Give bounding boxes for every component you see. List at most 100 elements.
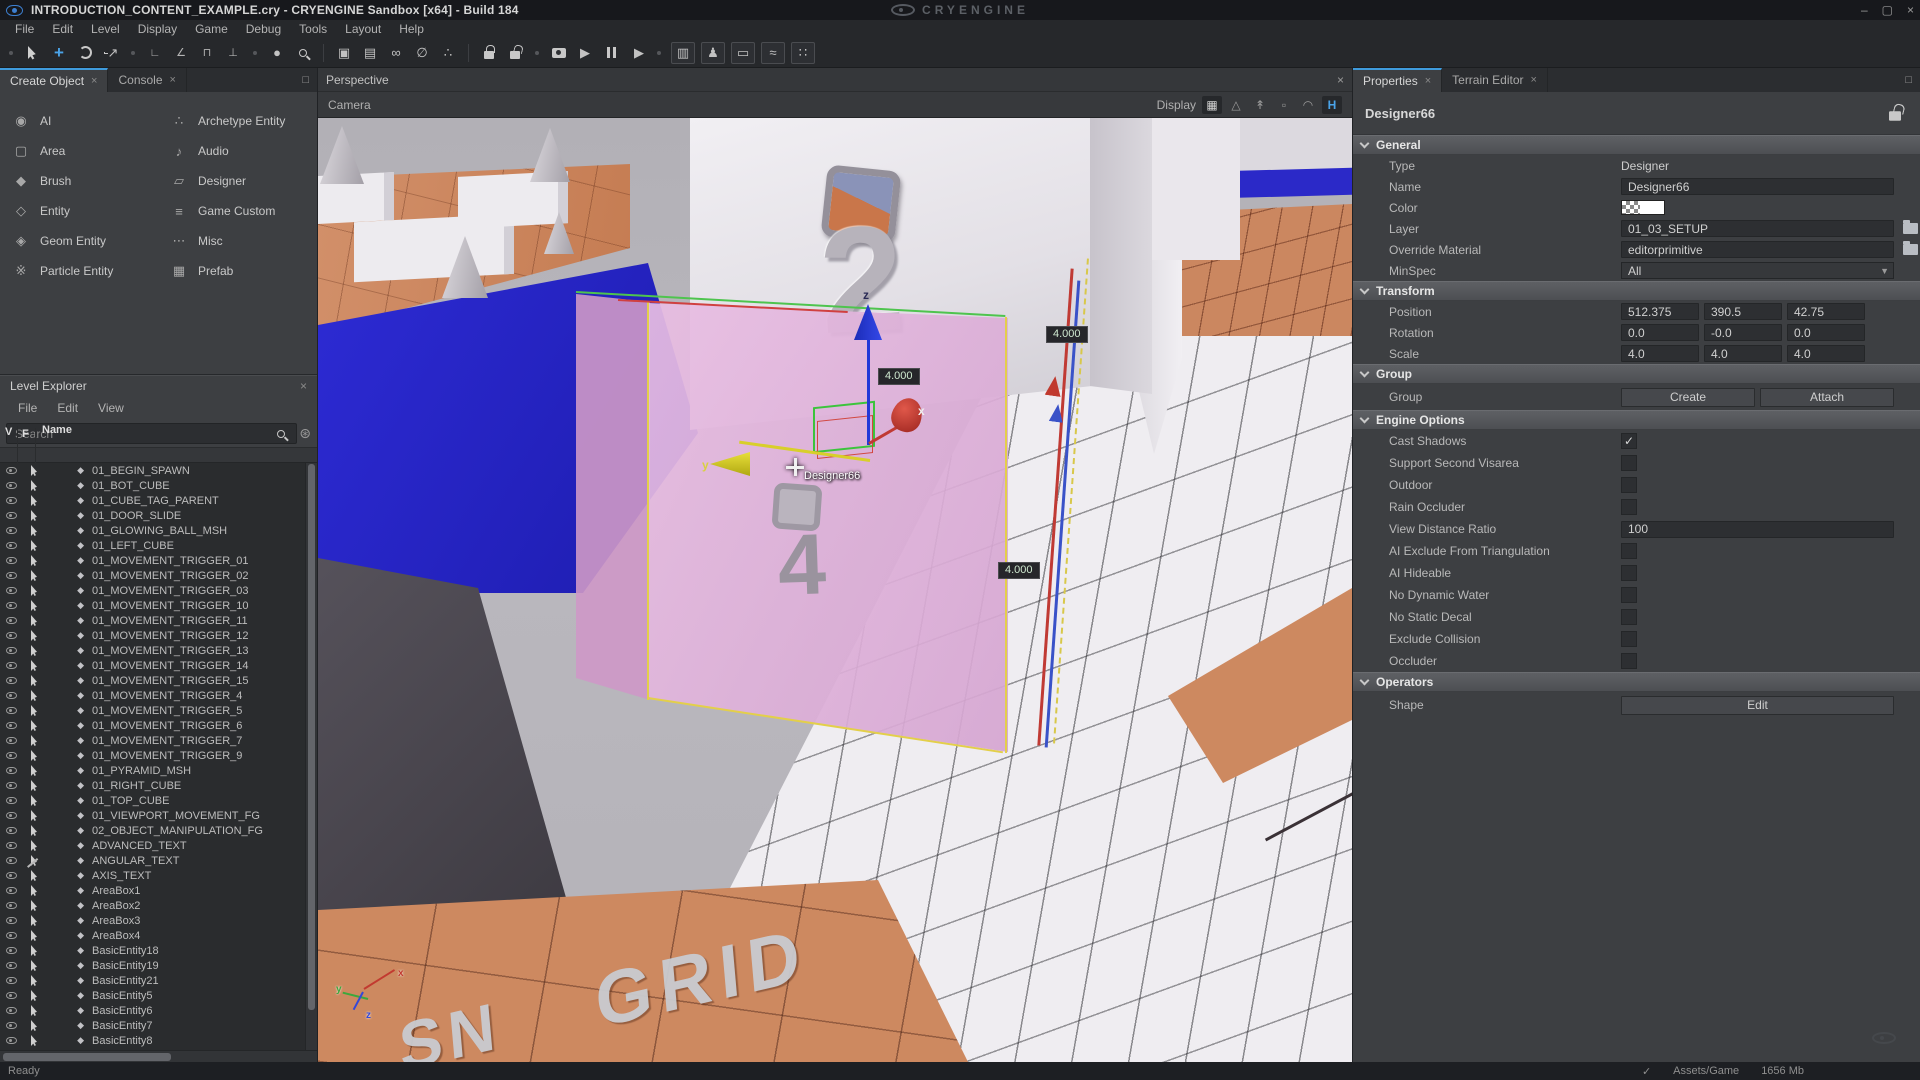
menu-item[interactable]: File [6,22,43,36]
visibility-eye-icon[interactable] [6,902,17,909]
selectable-cursor-icon[interactable] [31,690,39,701]
layer-field[interactable] [1621,220,1894,237]
menu-item[interactable]: Level [82,22,129,36]
selected-designer-box-front[interactable] [648,296,1008,752]
selectable-cursor-icon[interactable] [31,630,39,641]
selectable-cursor-icon[interactable] [31,810,39,821]
simulate-objects-icon[interactable]: ∴ [437,42,459,64]
selectable-cursor-icon[interactable] [31,540,39,551]
visibility-eye-icon[interactable] [6,722,17,729]
color-swatch[interactable] [1621,200,1665,215]
horizontal-scrollbar[interactable] [0,1050,317,1062]
level-explorer-row[interactable]: ◆ 01_MOVEMENT_TRIGGER_01 [0,553,305,568]
create-item-archetype-entity[interactable]: ∴ Archetype Entity [170,106,320,136]
level-explorer-menu-item[interactable]: File [8,401,47,415]
selectable-cursor-icon[interactable] [31,825,39,836]
scale-x-field[interactable] [1621,345,1699,362]
create-item-brush[interactable]: ◆ Brush [12,166,170,196]
minspec-dropdown[interactable]: All▼ [1621,262,1894,279]
level-explorer-row[interactable]: ◆ 01_RIGHT_CUBE [0,778,305,793]
visibility-eye-icon[interactable] [6,617,17,624]
level-explorer-row[interactable]: ◆ AreaBox1 [0,883,305,898]
vertical-scrollbar[interactable] [305,463,317,1050]
checkbox[interactable] [1621,587,1637,603]
checkbox[interactable] [1621,477,1637,493]
create-item-misc[interactable]: ⋯ Misc [170,226,320,256]
visibility-eye-icon[interactable] [6,977,17,984]
visibility-eye-icon[interactable] [6,842,17,849]
visibility-eye-icon[interactable] [6,482,17,489]
visibility-eye-icon[interactable] [6,947,17,954]
selectable-cursor-icon[interactable] [31,930,39,941]
snap-pivot-icon[interactable]: ⊥ [222,42,244,64]
unlock-icon[interactable] [504,42,526,64]
create-item-entity[interactable]: ◇ Entity [12,196,170,226]
visibility-eye-icon[interactable] [6,917,17,924]
level-explorer-row[interactable]: ◆ BasicEntity6 [0,1003,305,1018]
selectable-cursor-icon[interactable] [31,855,39,866]
scale-z-field[interactable] [1787,345,1865,362]
selectable-cursor-icon[interactable] [31,1035,39,1046]
level-explorer-row[interactable]: ◆ 01_MOVEMENT_TRIGGER_02 [0,568,305,583]
level-explorer-row[interactable]: ◆ 01_GLOWING_BALL_MSH [0,523,305,538]
checkbox[interactable] [1621,499,1637,515]
level-explorer-row[interactable]: ◆ AreaBox2 [0,898,305,913]
menu-item[interactable]: Help [390,22,433,36]
select-tool-icon[interactable] [22,42,44,64]
selectable-cursor-icon[interactable] [31,960,39,971]
level-explorer-row[interactable]: ◆ BasicEntity5 [0,988,305,1003]
close-icon[interactable]: × [300,379,307,393]
selectable-cursor-icon[interactable] [31,780,39,791]
menu-item[interactable]: Debug [237,22,290,36]
scrollbar-thumb[interactable] [3,1053,171,1061]
level-explorer-row[interactable]: ◆ 01_MOVEMENT_TRIGGER_13 [0,643,305,658]
layout-window-icon[interactable]: ▥ [671,42,695,64]
level-explorer-row[interactable]: ◆ 02_OBJECT_MANIPULATION_FG [0,823,305,838]
shape-edit-button[interactable]: Edit [1621,696,1894,715]
menu-item[interactable]: Tools [290,22,336,36]
close-icon[interactable]: × [1337,73,1344,87]
level-explorer-row[interactable]: ◆ AXIS_TEXT [0,868,305,883]
selectable-cursor-icon[interactable] [31,720,39,731]
selectable-cursor-icon[interactable] [31,945,39,956]
section-group[interactable]: Group [1353,364,1920,384]
visibility-eye-icon[interactable] [6,1037,17,1044]
visibility-eye-icon[interactable] [6,587,17,594]
translate-gizmo-z-axis[interactable] [867,333,870,445]
section-transform[interactable]: Transform [1353,281,1920,301]
selectable-cursor-icon[interactable] [31,510,39,521]
angle-snap-icon[interactable]: △ [1226,96,1246,114]
selectable-cursor-icon[interactable] [31,915,39,926]
selectable-cursor-icon[interactable] [31,765,39,776]
level-explorer-row[interactable]: ◆ BasicEntity8 [0,1033,305,1048]
visibility-eye-icon[interactable] [6,1007,17,1014]
duplicate-icon[interactable]: ▤ [359,42,381,64]
step-frame-icon[interactable]: ▶ [626,42,648,64]
link-icon[interactable]: ∞ [385,42,407,64]
selectable-cursor-icon[interactable] [31,570,39,581]
selectable-cursor-icon[interactable] [31,1020,39,1031]
screen-tool-icon[interactable]: ▭ [731,42,755,64]
create-item-particle-entity[interactable]: ※ Particle Entity [12,256,170,286]
terrain-tool-icon[interactable]: ≈ [761,42,785,64]
selectable-cursor-icon[interactable] [31,465,39,476]
rotation-y-field[interactable] [1704,324,1782,341]
group-create-button[interactable]: Create [1621,388,1755,407]
play-game-icon[interactable]: ▶ [574,42,596,64]
tab-perspective[interactable]: Perspective [326,73,389,87]
visibility-eye-icon[interactable] [6,512,17,519]
close-button[interactable]: × [1907,3,1914,17]
level-explorer-row[interactable]: ◆ 01_MOVEMENT_TRIGGER_12 [0,628,305,643]
checkbox[interactable] [1621,543,1637,559]
lock-icon[interactable] [478,42,500,64]
level-explorer-row[interactable]: ◆ 01_MOVEMENT_TRIGGER_11 [0,613,305,628]
visibility-eye-icon[interactable] [6,467,17,474]
visibility-eye-icon[interactable] [6,572,17,579]
visibility-eye-icon[interactable] [6,962,17,969]
display-menu[interactable]: Display [1157,98,1196,112]
visibility-eye-icon[interactable] [6,1022,17,1029]
visibility-eye-icon[interactable] [6,557,17,564]
visibility-eye-icon[interactable] [6,647,17,654]
level-explorer-row[interactable]: ◆ 01_MOVEMENT_TRIGGER_03 [0,583,305,598]
selected-designer-box-side[interactable] [576,288,650,700]
